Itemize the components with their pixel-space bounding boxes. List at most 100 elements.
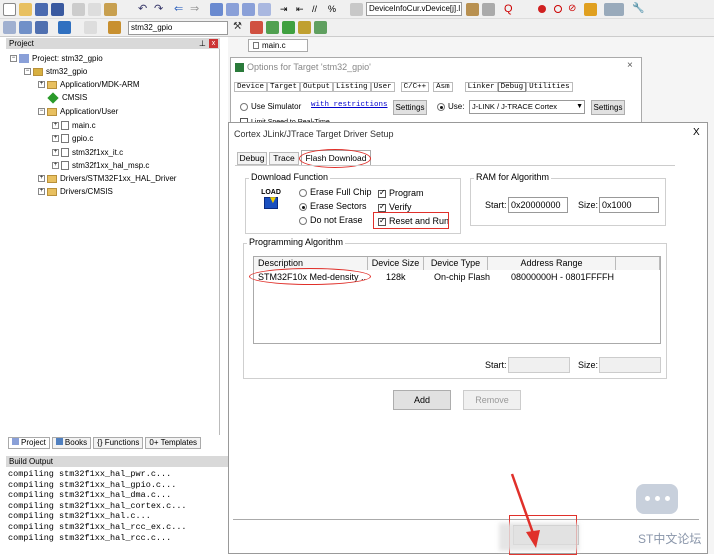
checkbox[interactable] bbox=[378, 202, 386, 212]
debug-session-icon[interactable]: Q bbox=[504, 3, 517, 16]
rte-icon[interactable] bbox=[314, 21, 327, 34]
tab-target[interactable]: Target bbox=[267, 82, 301, 92]
tree-file-msp[interactable]: + stm32f1xx_hal_msp.c bbox=[52, 160, 149, 171]
radio[interactable] bbox=[299, 216, 307, 225]
cut-icon[interactable] bbox=[72, 3, 85, 16]
tab-templates[interactable]: 0+ Templates bbox=[145, 437, 202, 449]
undo-icon[interactable]: ↶ bbox=[138, 3, 151, 16]
tree-group-app-user[interactable]: − Application/User bbox=[38, 106, 118, 117]
tab-linker[interactable]: Linker bbox=[464, 82, 498, 92]
tab-project[interactable]: Project bbox=[8, 437, 50, 449]
add-button[interactable]: Add bbox=[393, 390, 451, 410]
tab-utilities[interactable]: Utilities bbox=[526, 82, 573, 92]
with-restrictions-link[interactable]: with restrictions bbox=[311, 101, 388, 109]
tree-file-it[interactable]: + stm32f1xx_it.c bbox=[52, 147, 123, 158]
collapse-icon[interactable]: − bbox=[24, 68, 31, 76]
collapse-icon[interactable]: − bbox=[38, 108, 45, 116]
radio[interactable] bbox=[437, 102, 445, 111]
bookmark-clear-icon[interactable] bbox=[258, 3, 271, 16]
expand-icon[interactable]: + bbox=[52, 162, 59, 170]
tab-cc[interactable]: C/C++ bbox=[400, 82, 430, 92]
expand-icon[interactable]: + bbox=[52, 122, 59, 130]
breakpoint-kill-icon[interactable]: ⊘ bbox=[568, 3, 581, 16]
expand-icon[interactable]: + bbox=[38, 188, 45, 196]
window-layout-icon[interactable] bbox=[604, 3, 624, 16]
collapse-icon[interactable]: − bbox=[10, 55, 17, 63]
breakpoint-disable-icon[interactable] bbox=[552, 3, 565, 16]
rebuild-icon[interactable] bbox=[35, 21, 48, 34]
bookmark-next-icon[interactable] bbox=[242, 3, 255, 16]
tab-trace[interactable]: Trace bbox=[269, 152, 299, 165]
copy-icon[interactable] bbox=[88, 3, 101, 16]
bookmark-prev-icon[interactable] bbox=[226, 3, 239, 16]
breakpoint-icon[interactable] bbox=[536, 3, 549, 16]
redo-icon[interactable]: ↷ bbox=[154, 3, 167, 16]
use-target-option[interactable]: Use: bbox=[437, 102, 464, 111]
close-icon[interactable]: × bbox=[627, 60, 633, 71]
do-not-erase-option[interactable]: Do not Erase bbox=[299, 215, 363, 225]
breakpoint-disable-all-icon[interactable] bbox=[584, 3, 597, 16]
open-file-icon[interactable] bbox=[19, 3, 32, 16]
target-icon[interactable] bbox=[108, 21, 121, 34]
tree-group-hal-driver[interactable]: + Drivers/STM32F1xx_HAL_Driver bbox=[38, 173, 176, 184]
program-option[interactable]: Program bbox=[378, 188, 424, 198]
new-file-icon[interactable] bbox=[3, 3, 16, 16]
expand-icon[interactable]: + bbox=[38, 175, 45, 183]
radio[interactable] bbox=[299, 188, 307, 197]
load-icon[interactable] bbox=[58, 21, 71, 34]
pack-installer-icon[interactable] bbox=[298, 21, 311, 34]
col-device-size[interactable]: Device Size bbox=[368, 257, 424, 270]
erase-sectors-option[interactable]: Erase Sectors bbox=[299, 201, 367, 211]
outdent-icon[interactable]: ⇤ bbox=[296, 3, 309, 16]
save-all-icon[interactable] bbox=[51, 3, 64, 16]
save-icon[interactable] bbox=[35, 3, 48, 16]
debug-driver-select[interactable]: J-LINK / J-TRACE Cortex ▼ bbox=[469, 100, 585, 114]
paste-icon[interactable] bbox=[104, 3, 117, 16]
target-select[interactable]: stm32_gpio bbox=[128, 21, 228, 35]
driver-settings-button[interactable]: Settings bbox=[591, 100, 625, 115]
tree-group-drivers-cmsis[interactable]: + Drivers/CMSIS bbox=[38, 186, 113, 197]
checkbox[interactable] bbox=[378, 188, 386, 198]
comment-icon[interactable]: // bbox=[312, 3, 325, 16]
nav-back-icon[interactable]: ⇐ bbox=[174, 3, 187, 16]
tab-listing[interactable]: Listing bbox=[333, 82, 371, 92]
tree-file-main[interactable]: + main.c bbox=[52, 120, 96, 131]
use-simulator-option[interactable]: Use Simulator bbox=[240, 102, 301, 111]
ram-size-input[interactable]: 0x1000 bbox=[599, 197, 659, 213]
col-address-range[interactable]: Address Range bbox=[488, 257, 616, 270]
bookmark-icon[interactable] bbox=[210, 3, 223, 16]
simulator-settings-button[interactable]: Settings bbox=[393, 100, 427, 115]
expand-icon[interactable]: + bbox=[38, 81, 45, 89]
tree-cmsis-component[interactable]: CMSIS bbox=[47, 92, 87, 104]
stop-build-icon[interactable] bbox=[84, 21, 97, 34]
close-icon[interactable]: X bbox=[693, 127, 700, 138]
tab-books[interactable]: Books bbox=[51, 437, 92, 449]
tree-group-mdk-arm[interactable]: + Application/MDK-ARM bbox=[38, 79, 140, 90]
tab-device[interactable]: Device bbox=[234, 82, 268, 92]
manage-rte-icon[interactable] bbox=[282, 21, 295, 34]
tab-functions[interactable]: {} Functions bbox=[93, 437, 144, 449]
tree-project-root[interactable]: − Project: stm32_gpio bbox=[10, 53, 103, 64]
tree-file-gpio[interactable]: + gpio.c bbox=[52, 133, 93, 144]
tab-user[interactable]: User bbox=[370, 82, 395, 92]
radio[interactable] bbox=[299, 202, 307, 211]
expand-icon[interactable]: + bbox=[52, 135, 59, 143]
translate-icon[interactable] bbox=[3, 21, 16, 34]
tab-debug[interactable]: Debug bbox=[237, 152, 267, 165]
indent-icon[interactable]: ⇥ bbox=[280, 3, 293, 16]
find-combo[interactable]: DeviceInfoCur.vDevice[j].l bbox=[366, 2, 462, 16]
target-options-icon[interactable]: ⚒ bbox=[233, 21, 246, 34]
build-icon[interactable] bbox=[19, 21, 32, 34]
nav-forward-icon[interactable]: ⇒ bbox=[190, 3, 203, 16]
pin-icon[interactable]: ⊥ bbox=[199, 38, 206, 49]
incremental-find-icon[interactable] bbox=[482, 3, 495, 16]
ram-start-input[interactable]: 0x20000000 bbox=[508, 197, 568, 213]
select-pack-icon[interactable] bbox=[266, 21, 279, 34]
close-panel-icon[interactable]: x bbox=[209, 39, 218, 48]
editor-tab-main[interactable]: main.c bbox=[248, 39, 308, 52]
tree-target[interactable]: − stm32_gpio bbox=[24, 66, 87, 77]
erase-full-chip-option[interactable]: Erase Full Chip bbox=[299, 187, 372, 197]
expand-icon[interactable]: + bbox=[52, 149, 59, 157]
tab-asm[interactable]: Asm bbox=[433, 82, 453, 92]
uncomment-icon[interactable]: % bbox=[328, 3, 341, 16]
